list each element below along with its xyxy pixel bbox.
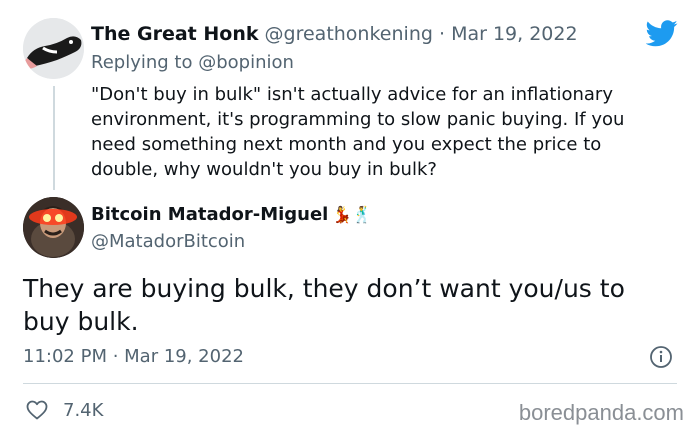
parent-tweet-header: The Great Honk @greathonkening · Mar 19,… bbox=[91, 22, 578, 46]
parent-tweet-text: "Don't buy in bulk" isn't actually advic… bbox=[91, 84, 625, 180]
replying-to-handle[interactable]: @bopinion bbox=[198, 52, 294, 73]
reply-handle[interactable]: @MatadorBitcoin bbox=[91, 230, 245, 254]
avatar-matador-miguel[interactable] bbox=[23, 197, 84, 258]
reply-display-name[interactable]: Bitcoin Matador-Miguel bbox=[91, 203, 328, 227]
thread-connector-line bbox=[53, 86, 55, 190]
info-icon[interactable] bbox=[649, 345, 673, 369]
heart-icon[interactable] bbox=[25, 398, 49, 422]
divider bbox=[23, 383, 677, 384]
like-count[interactable]: 7.4K bbox=[63, 399, 103, 423]
reply-author: Bitcoin Matador-Miguel 💃🕺 bbox=[91, 203, 372, 227]
boredpanda-watermark: boredpanda.com bbox=[518, 400, 684, 425]
replying-to-line: Replying to @bopinion bbox=[91, 51, 294, 75]
parent-handle[interactable]: @greathonkening bbox=[265, 23, 433, 45]
laser-eyes-avatar-image bbox=[23, 197, 84, 258]
reply-timestamp[interactable]: 11:02 PM · Mar 19, 2022 bbox=[23, 345, 244, 369]
parent-display-name[interactable]: The Great Honk bbox=[91, 23, 258, 45]
twitter-bird-icon[interactable] bbox=[646, 20, 678, 47]
header-separator: · bbox=[438, 23, 446, 45]
dancer-emoji: 💃🕺 bbox=[332, 205, 373, 224]
avatar-great-honk[interactable] bbox=[23, 18, 84, 79]
reply-tweet-text: They are buying bulk, they don’t want yo… bbox=[23, 274, 625, 336]
parent-date[interactable]: Mar 19, 2022 bbox=[451, 23, 578, 45]
goose-avatar-image bbox=[23, 18, 84, 79]
replying-to-label: Replying to bbox=[91, 52, 193, 73]
